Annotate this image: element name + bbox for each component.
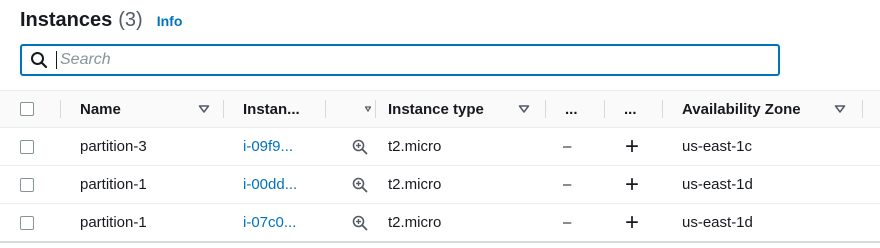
row-select-cell[interactable]	[20, 166, 34, 203]
select-all-cell[interactable]	[20, 91, 34, 127]
zoom-cell[interactable]	[352, 166, 368, 203]
column-header-instance-type-label: Instance type	[388, 100, 484, 118]
column-header-5-label: ...	[624, 100, 637, 118]
zoom-cell[interactable]	[352, 128, 368, 165]
availability-zone: us-east-1d	[682, 176, 753, 193]
zoom-cell[interactable]	[352, 204, 368, 241]
sort-caret-icon[interactable]	[198, 104, 210, 114]
instance-count: (3)	[118, 9, 143, 31]
empty-value: –	[563, 176, 572, 193]
column-header-instance-type[interactable]: Instance type	[388, 91, 530, 127]
instance-type: t2.micro	[388, 138, 442, 155]
row-checkbox[interactable]	[20, 139, 34, 154]
column-divider[interactable]	[862, 100, 863, 118]
table-row[interactable]: partition-3 i-09f9... t2.micro – + us-ea…	[0, 128, 880, 166]
instance-type: t2.micro	[388, 214, 442, 231]
column-header-4-label: ...	[565, 100, 578, 118]
instances-header: Instances (3) Info	[20, 9, 182, 35]
search-box[interactable]	[20, 44, 780, 76]
zoom-in-icon[interactable]	[352, 215, 368, 231]
sort-caret-icon[interactable]	[834, 104, 846, 114]
empty-value: –	[563, 138, 572, 155]
page-title: Instances	[20, 9, 113, 31]
empty-value: –	[563, 214, 572, 231]
column-divider[interactable]	[325, 100, 326, 118]
row-select-cell[interactable]	[20, 204, 34, 241]
column-header-instance-id[interactable]: Instan...	[243, 91, 323, 127]
table-header-row: Name Instan... Instance type ... ... Ava…	[0, 90, 880, 128]
column-divider[interactable]	[604, 100, 605, 118]
row-checkbox[interactable]	[20, 177, 34, 192]
instance-name: partition-3	[80, 138, 147, 155]
column-divider[interactable]	[60, 100, 61, 118]
instance-id-link[interactable]: i-09f9...	[243, 128, 293, 165]
search-input[interactable]	[60, 51, 740, 69]
sort-caret-icon[interactable]	[518, 104, 530, 114]
instances-table: Name Instan... Instance type ... ... Ava…	[0, 90, 880, 243]
column-header-name[interactable]: Name	[80, 91, 210, 127]
instance-id-link[interactable]: i-07c0...	[243, 204, 296, 241]
sort-caret-icon[interactable]	[365, 106, 371, 112]
add-icon[interactable]: +	[625, 166, 639, 203]
instance-type: t2.micro	[388, 176, 442, 193]
text-caret	[56, 51, 57, 69]
search-icon	[31, 52, 48, 69]
select-all-checkbox[interactable]	[20, 102, 34, 116]
add-icon[interactable]: +	[625, 204, 639, 241]
column-divider[interactable]	[223, 100, 224, 118]
column-header-az-label: Availability Zone	[682, 100, 801, 118]
table-row[interactable]: partition-1 i-07c0... t2.micro – + us-ea…	[0, 204, 880, 243]
column-header-instance-id-label: Instan...	[243, 100, 300, 118]
table-row[interactable]: partition-1 i-00dd... t2.micro – + us-ea…	[0, 166, 880, 204]
column-header-5[interactable]: ...	[624, 91, 637, 127]
availability-zone: us-east-1d	[682, 214, 753, 231]
zoom-in-icon[interactable]	[352, 139, 368, 155]
column-divider[interactable]	[545, 100, 546, 118]
column-header-4[interactable]: ...	[565, 91, 578, 127]
info-link[interactable]: Info	[157, 13, 183, 29]
instance-id-link[interactable]: i-00dd...	[243, 166, 297, 203]
column-header-az[interactable]: Availability Zone	[682, 91, 846, 127]
row-select-cell[interactable]	[20, 128, 34, 165]
column-divider[interactable]	[375, 100, 376, 118]
instance-name: partition-1	[80, 214, 147, 231]
availability-zone: us-east-1c	[682, 138, 753, 155]
column-header-name-label: Name	[80, 100, 121, 118]
instance-name: partition-1	[80, 176, 147, 193]
add-icon[interactable]: +	[625, 128, 639, 165]
zoom-in-icon[interactable]	[352, 177, 368, 193]
column-divider[interactable]	[662, 100, 663, 118]
row-checkbox[interactable]	[20, 215, 34, 230]
